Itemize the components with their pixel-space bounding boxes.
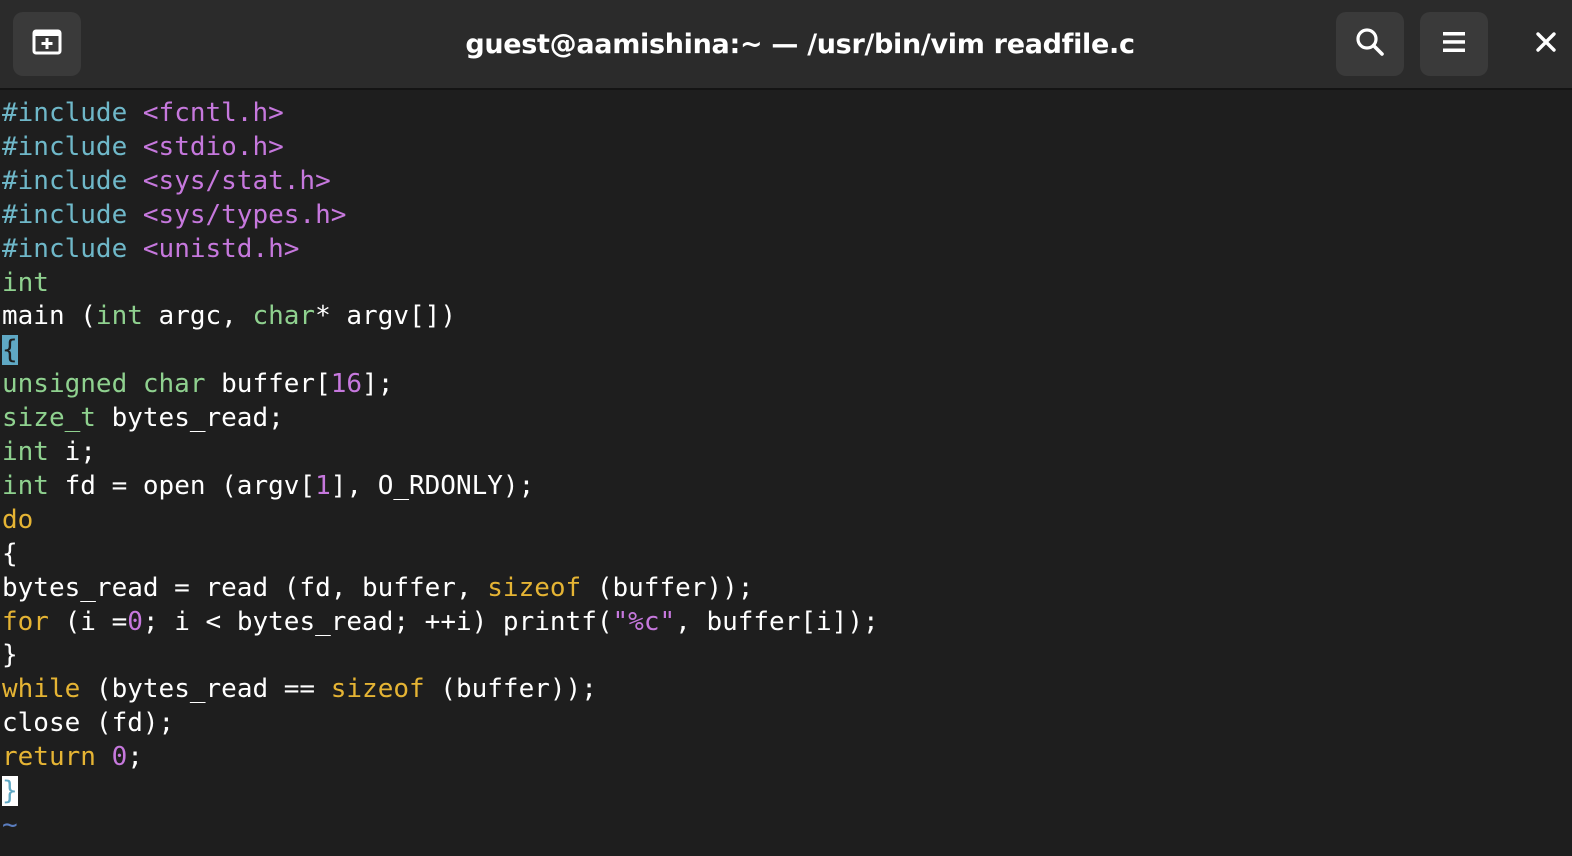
code-token: ]; <box>362 369 394 400</box>
code-token: <sys/types.h> <box>142 199 347 230</box>
code-line: int fd = open (argv[1], O_RDONLY); <box>2 469 534 503</box>
code-token: (bytes_read == <box>80 674 331 705</box>
code-line: main (int argc, char* argv[]) <box>2 299 456 333</box>
search-icon <box>1354 26 1386 62</box>
code-token: * argv[]) <box>315 301 456 332</box>
close-button[interactable] <box>1520 12 1572 76</box>
code-token: (buffer)); <box>424 674 597 705</box>
code-line: unsigned char buffer[16]; <box>2 367 393 401</box>
new-tab-icon <box>31 26 63 62</box>
code-token: #include <box>2 131 128 162</box>
code-token: while <box>2 674 81 705</box>
code-token: 0 <box>127 606 143 637</box>
code-line: close (fd); <box>2 706 174 740</box>
code-line: } <box>2 638 18 672</box>
code-token: buffer[ <box>205 369 331 400</box>
code-token: int <box>2 470 49 501</box>
hamburger-menu-icon <box>1440 28 1468 60</box>
code-token: int <box>2 267 49 298</box>
code-token: 0 <box>111 742 128 773</box>
code-token: size_t <box>2 403 96 434</box>
code-token: ], O_RDONLY); <box>330 470 535 501</box>
code-token: <sys/stat.h> <box>142 165 331 196</box>
code-line: #include <sys/stat.h> <box>2 164 331 198</box>
code-line: ~ <box>2 808 18 842</box>
code-line: } <box>2 774 18 808</box>
code-token: #include <box>2 199 128 230</box>
code-token: argc, <box>142 301 253 332</box>
header-bar: guest@aamishina:~ — /usr/bin/vim readfil… <box>0 0 1572 90</box>
code-line: do <box>2 503 33 537</box>
code-line: int i; <box>2 435 96 469</box>
code-token: close (fd); <box>2 708 175 739</box>
code-token: <unistd.h> <box>142 233 300 264</box>
main-menu-button[interactable] <box>1420 12 1488 76</box>
code-token: } <box>2 640 18 671</box>
code-line: #include <unistd.h> <box>2 232 299 266</box>
code-token: sizeof <box>487 572 582 603</box>
code-line: for (i =0; i < bytes_read; ++i) printf("… <box>2 605 879 639</box>
code-token: (buffer)); <box>581 572 754 603</box>
code-token: int <box>2 437 49 467</box>
code-line: { <box>2 537 18 571</box>
code-token: char <box>252 301 316 332</box>
code-line: { <box>2 333 18 367</box>
terminal-window: guest@aamishina:~ — /usr/bin/vim readfil… <box>0 0 1572 856</box>
code-line: return 0; <box>2 740 143 774</box>
code-line: int <box>2 266 49 300</box>
code-token: { <box>2 538 18 569</box>
close-icon <box>1535 31 1557 57</box>
new-tab-button[interactable] <box>13 12 81 76</box>
code-token: , buffer[i]); <box>675 606 879 637</box>
vim-editor[interactable]: #include <fcntl.h> #include <stdio.h> #inc… <box>0 94 1572 856</box>
code-token: return <box>2 742 96 773</box>
code-token: sizeof <box>330 674 425 705</box>
code-line: bytes_read = read (fd, buffer, sizeof (b… <box>2 571 753 605</box>
code-line: #include <fcntl.h> <box>2 96 284 130</box>
code-token: <stdio.h> <box>142 131 284 162</box>
search-button[interactable] <box>1336 12 1404 76</box>
code-token: main ( <box>2 301 96 332</box>
code-token: bytes_read; <box>95 403 284 434</box>
code-line: size_t bytes_read; <box>2 401 284 435</box>
code-token: bytes_read = read (fd, buffer, <box>2 572 488 603</box>
code-token: ; i < bytes_read; ++i) printf( <box>142 606 613 637</box>
window-title: guest@aamishina:~ — /usr/bin/vim readfil… <box>465 28 1135 60</box>
code-token: #include <box>2 98 128 128</box>
code-token: do <box>2 504 34 535</box>
code-token: #include <box>2 233 128 264</box>
code-token: unsigned char <box>2 369 206 400</box>
text-cursor: { <box>2 335 18 366</box>
code-line: while (bytes_read == sizeof (buffer)); <box>2 672 597 706</box>
text-cursor: } <box>2 776 18 806</box>
code-token: ; <box>127 742 143 773</box>
code-token: int <box>95 301 143 332</box>
code-line: #include <stdio.h> <box>2 130 284 164</box>
code-token: (i = <box>48 606 128 637</box>
code-token: for <box>2 606 49 637</box>
code-token: 1 <box>315 470 331 501</box>
empty-line-marker: ~ <box>2 809 18 840</box>
code-token: #include <box>2 165 128 196</box>
code-token: i; <box>48 437 96 467</box>
code-token: <fcntl.h> <box>142 98 284 128</box>
code-token: "%c" <box>612 606 676 637</box>
code-token: 16 <box>330 369 363 400</box>
code-line: #include <sys/types.h> <box>2 198 346 232</box>
code-token: fd = open (argv[ <box>48 470 316 501</box>
